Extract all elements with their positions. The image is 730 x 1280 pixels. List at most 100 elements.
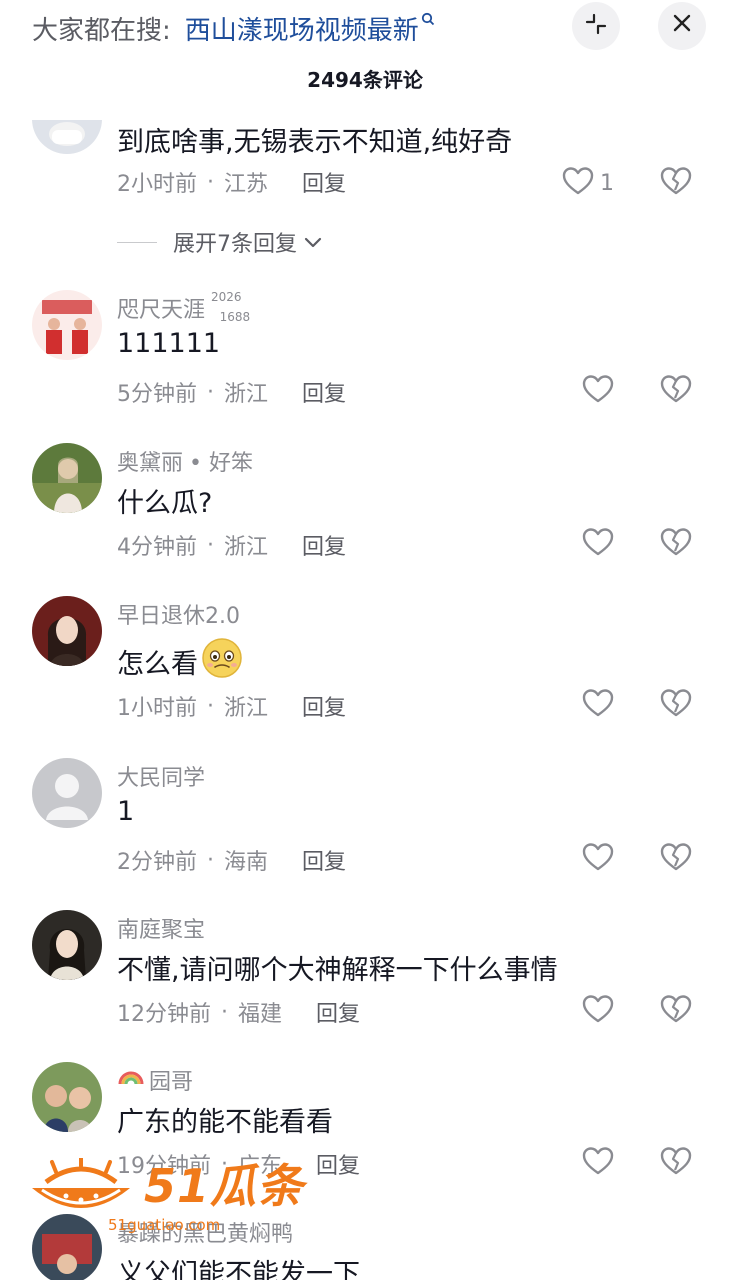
- heart-icon: [582, 688, 614, 722]
- search-icon: [421, 12, 435, 30]
- dislike-button[interactable]: [660, 994, 692, 1028]
- like-button[interactable]: [582, 688, 614, 722]
- divider-line: [117, 241, 157, 243]
- dislike-button[interactable]: [660, 374, 692, 408]
- comment-time: 12分钟前: [117, 1002, 211, 1027]
- username: 早日退休2.0: [117, 604, 240, 629]
- heart-icon: [582, 374, 614, 408]
- comment-time: 1小时前: [117, 696, 197, 721]
- heart-icon: [582, 527, 614, 561]
- comment-username[interactable]: 早日退休2.0: [117, 598, 240, 630]
- comment-location: 海南: [224, 850, 269, 875]
- comment-username[interactable]: 南庭聚宝: [117, 912, 205, 944]
- watermark-url: 51guatiao.com: [108, 1216, 221, 1234]
- username: 咫尺天涯: [117, 298, 206, 323]
- comment-text: 什么瓜?: [117, 488, 213, 519]
- close-button[interactable]: [658, 2, 706, 50]
- heart-icon: [582, 994, 614, 1028]
- collapse-icon: [583, 11, 609, 41]
- user-badge-top: 2026: [211, 290, 242, 304]
- comment-text: 1: [117, 796, 135, 827]
- comment-location: 浙江: [224, 535, 269, 560]
- comment-meta: 5分钟前 · 浙江 回复: [117, 376, 346, 408]
- comment-text: 义父们能不能发一下: [117, 1259, 360, 1280]
- watermark-brand: 51瓜条: [144, 1159, 305, 1213]
- dislike-button[interactable]: [660, 166, 692, 200]
- username: 园哥: [149, 1070, 194, 1095]
- username: 奥黛丽: [117, 451, 184, 476]
- heart-icon: [582, 1146, 614, 1180]
- like-button[interactable]: [582, 842, 614, 876]
- comments-panel: 大家都在搜: 西山漾现场视频最新 2494条评论 到底啥事,无锡表示不知道,纯好…: [0, 0, 730, 1280]
- comment-count-title: 2494条评论: [307, 68, 423, 92]
- broken-heart-icon: [660, 167, 692, 200]
- user-tag: • 好笨: [189, 451, 253, 476]
- dislike-button[interactable]: [660, 688, 692, 722]
- dislike-button[interactable]: [660, 842, 692, 876]
- comment-meta: 1小时前 · 浙江 回复: [117, 690, 346, 722]
- close-icon: [671, 11, 693, 41]
- search-keyword-link[interactable]: 西山漾现场视频最新: [185, 10, 419, 47]
- reply-button[interactable]: 回复: [302, 844, 346, 876]
- comment-text: 广东的能不能看看: [117, 1107, 333, 1138]
- avatar[interactable]: [32, 290, 102, 360]
- username: 南庭聚宝: [117, 918, 206, 943]
- reply-button[interactable]: 回复: [302, 166, 346, 198]
- avatar[interactable]: [32, 910, 102, 980]
- comment-time: 2小时前: [117, 172, 197, 197]
- search-suggestion[interactable]: 大家都在搜: 西山漾现场视频最新: [32, 8, 435, 48]
- comment-username[interactable]: 奥黛丽 • 好笨: [117, 445, 253, 477]
- comment-username[interactable]: 园哥: [117, 1064, 193, 1096]
- watermark-logo: 51瓜条 51guatiao.com: [26, 1156, 326, 1238]
- comment-location: 浙江: [224, 382, 269, 407]
- comment-text: 怎么看: [117, 636, 244, 687]
- like-button[interactable]: [582, 1146, 614, 1180]
- reply-button[interactable]: 回复: [302, 529, 346, 561]
- avatar[interactable]: [32, 443, 102, 513]
- rainbow-icon: [117, 1064, 145, 1092]
- comment-location: 浙江: [224, 696, 269, 721]
- broken-heart-icon: [660, 689, 692, 722]
- like-button[interactable]: [582, 374, 614, 408]
- comment-text: 111111: [117, 328, 221, 359]
- comment-text-content: 怎么看: [117, 649, 198, 680]
- heart-icon: [562, 166, 594, 200]
- comment-location: 福建: [238, 1002, 283, 1027]
- avatar[interactable]: [32, 120, 102, 154]
- comment-username[interactable]: 大民同学: [117, 760, 205, 792]
- comment-time: 4分钟前: [117, 535, 197, 560]
- expand-replies-label: 展开7条回复: [173, 232, 297, 257]
- comment-username[interactable]: 咫尺天涯 2026 1688: [117, 290, 251, 324]
- broken-heart-icon: [660, 1147, 692, 1180]
- comment-time: 2分钟前: [117, 850, 197, 875]
- collapse-button[interactable]: [572, 2, 620, 50]
- avatar[interactable]: [32, 596, 102, 666]
- broken-heart-icon: [660, 995, 692, 1028]
- reply-button[interactable]: 回复: [316, 996, 360, 1028]
- like-button[interactable]: [582, 527, 614, 561]
- username: 大民同学: [117, 766, 206, 791]
- like-button[interactable]: [582, 994, 614, 1028]
- reply-button[interactable]: 回复: [302, 376, 346, 408]
- pleading-face-emoji-icon: [200, 636, 244, 687]
- like-button[interactable]: 1: [562, 166, 614, 200]
- heart-icon: [582, 842, 614, 876]
- search-prefix: 大家都在搜:: [32, 15, 171, 46]
- dislike-button[interactable]: [660, 527, 692, 561]
- reply-button[interactable]: 回复: [302, 690, 346, 722]
- expand-replies-button[interactable]: 展开7条回复: [117, 226, 323, 258]
- comment-meta: 4分钟前 · 浙江 回复: [117, 529, 346, 561]
- comment-meta: 2分钟前 · 海南 回复: [117, 844, 346, 876]
- avatar[interactable]: [32, 758, 102, 828]
- chevron-down-icon: [303, 230, 323, 255]
- comment-meta: 2小时前 · 江苏 回复: [117, 166, 346, 198]
- broken-heart-icon: [660, 843, 692, 876]
- comment-meta: 12分钟前 · 福建 回复: [117, 996, 360, 1028]
- broken-heart-icon: [660, 528, 692, 561]
- user-badge-bottom: 1688: [219, 310, 251, 324]
- avatar[interactable]: [32, 1062, 102, 1132]
- broken-heart-icon: [660, 375, 692, 408]
- comment-text: 到底啥事,无锡表示不知道,纯好奇: [117, 127, 513, 158]
- dislike-button[interactable]: [660, 1146, 692, 1180]
- comment-time: 5分钟前: [117, 382, 197, 407]
